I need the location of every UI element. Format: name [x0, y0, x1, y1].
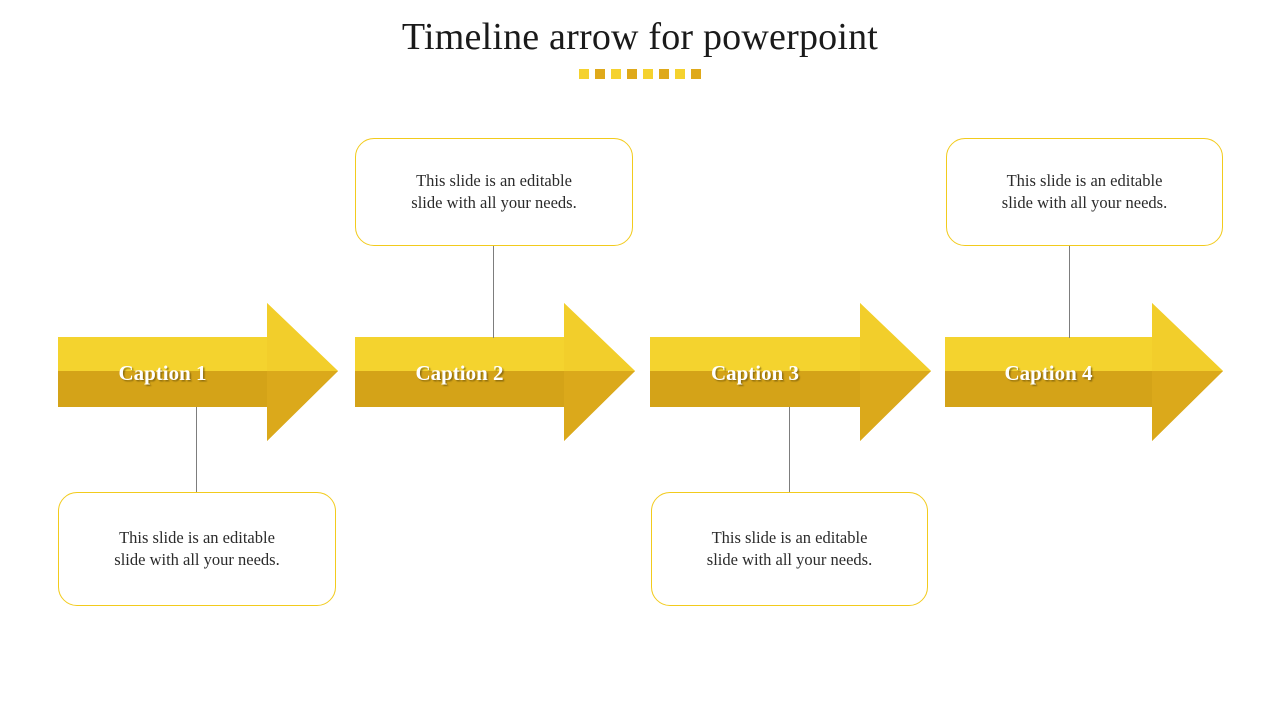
title-dot-5 — [643, 68, 653, 79]
title-dot-3 — [611, 68, 621, 79]
title-dot-6 — [659, 68, 669, 79]
arrow-step-2[interactable]: Caption 2 — [355, 303, 635, 441]
title-dot-2 — [595, 68, 605, 79]
description-line-1: This slide is an editable — [1006, 170, 1163, 190]
arrow-caption-2: Caption 2 — [415, 361, 504, 385]
title-dot-1 — [579, 68, 589, 79]
description-box-1[interactable]: This slide is an editable slide with all… — [58, 492, 336, 606]
title-block: Timeline arrow for powerpoint — [0, 16, 1280, 79]
description-line-1: This slide is an editable — [711, 527, 868, 547]
description-box-2[interactable]: This slide is an editable slide with all… — [355, 138, 633, 246]
connector-line-2 — [493, 246, 494, 338]
title-dot-7 — [675, 68, 685, 79]
description-line-2: slide with all your needs. — [114, 550, 280, 569]
connector-line-1 — [196, 407, 197, 493]
description-line-2: slide with all your needs. — [1001, 193, 1168, 212]
arrow-caption-4: Caption 4 — [1004, 361, 1093, 385]
description-text-3: This slide is an editable slide with all… — [689, 527, 890, 572]
description-line-2: slide with all your needs. — [411, 193, 577, 212]
arrow-caption-3: Caption 3 — [710, 361, 800, 385]
description-text-2: This slide is an editable slide with all… — [393, 170, 594, 215]
title-dot-4 — [627, 68, 637, 79]
description-line-1: This slide is an editable — [119, 527, 275, 547]
description-line-2: slide with all your needs. — [706, 550, 873, 569]
arrow-step-4[interactable]: Caption 4 — [945, 303, 1223, 441]
description-box-3[interactable]: This slide is an editable slide with all… — [651, 492, 928, 606]
description-text-4: This slide is an editable slide with all… — [984, 170, 1185, 215]
description-box-4[interactable]: This slide is an editable slide with all… — [946, 138, 1223, 246]
arrow-step-3[interactable]: Caption 3 — [650, 303, 931, 441]
arrow-caption-1: Caption 1 — [118, 361, 207, 385]
arrow-step-1[interactable]: 0 Caption 1 — [58, 303, 338, 441]
slide-canvas: Timeline arrow for powerpoint 0 Caption … — [0, 0, 1280, 720]
title-decoration-dots — [0, 68, 1280, 79]
connector-line-4 — [1069, 246, 1070, 338]
connector-line-3 — [789, 407, 790, 493]
description-text-1: This slide is an editable slide with all… — [96, 527, 297, 572]
title-dot-8 — [691, 68, 701, 79]
page-title: Timeline arrow for powerpoint — [401, 16, 879, 58]
description-line-1: This slide is an editable — [416, 170, 572, 190]
